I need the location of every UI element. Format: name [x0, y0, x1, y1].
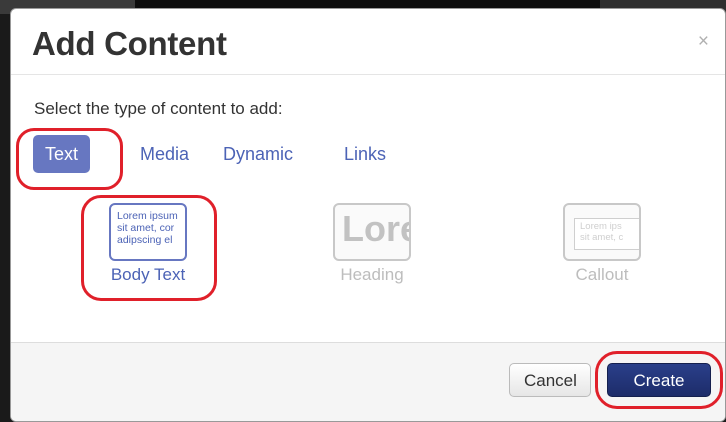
dialog-body: Select the type of content to add: Text …	[11, 75, 725, 343]
callout-thumbnail: Lorem ips sit amet, c	[563, 203, 641, 261]
content-type-prompt: Select the type of content to add:	[34, 99, 283, 118]
thumbnail-line: sit amet, c	[580, 232, 624, 243]
heading-label: Heading	[340, 265, 404, 284]
thumbnail-line: sit amet, cor	[117, 222, 175, 234]
callout-label: Callout	[575, 265, 629, 284]
thumbnail-line: Lorem ipsum	[117, 210, 178, 222]
body-text-thumbnail: Lorem ipsum sit amet, cor adipscing el	[109, 203, 187, 261]
heading-thumbnail-text: Lore	[342, 208, 409, 249]
thumbnail-line: adipscing el	[117, 234, 173, 246]
heading-thumbnail: Lore	[333, 203, 411, 261]
content-type-heading[interactable]: Lore Heading	[317, 203, 427, 285]
tab-media[interactable]: Media	[128, 135, 201, 173]
content-type-body-text[interactable]: Lorem ipsum sit amet, cor adipscing el B…	[93, 203, 203, 285]
body-text-label: Body Text	[110, 265, 186, 284]
tab-links[interactable]: Links	[332, 135, 398, 173]
dialog-footer: Cancel Create	[11, 342, 725, 421]
callout-thumbnail-lines: Lorem ips sit amet, c	[580, 221, 623, 243]
tab-dynamic[interactable]: Dynamic	[211, 135, 305, 173]
callout-thumbnail-box: Lorem ips sit amet, c	[574, 218, 639, 250]
thumbnail-line: Lorem ips	[580, 221, 622, 232]
tab-text[interactable]: Text	[33, 135, 91, 173]
body-text-thumbnail-lines: Lorem ipsum sit amet, cor adipscing el	[117, 210, 181, 246]
dialog-title: Add Content	[32, 25, 227, 62]
content-type-callout[interactable]: Lorem ips sit amet, c Callout	[547, 203, 657, 285]
dialog-header: Add Content ×	[11, 9, 725, 75]
add-content-dialog: Add Content × Select the type of content…	[10, 8, 726, 422]
cancel-button[interactable]: Cancel	[509, 363, 591, 397]
close-icon[interactable]: ×	[698, 31, 709, 53]
create-button[interactable]: Create	[607, 363, 711, 397]
